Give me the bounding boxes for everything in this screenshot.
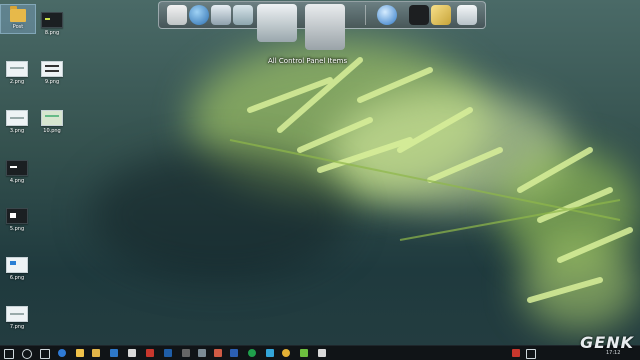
mail-icon[interactable] <box>211 5 231 25</box>
desktop-icon-label: 2.png <box>9 79 25 85</box>
file-explorer-icon[interactable] <box>76 349 84 357</box>
image-file-icon <box>6 160 28 176</box>
image-file-icon <box>41 61 63 77</box>
image-file-icon <box>6 110 28 126</box>
desktop-icon-label: Post <box>12 24 24 30</box>
recycle-bin-icon[interactable] <box>457 5 477 25</box>
desktop-icon-4png[interactable]: 4.png <box>0 160 34 184</box>
control-panel-icon[interactable] <box>257 4 297 42</box>
pen-icon[interactable] <box>431 5 451 25</box>
image-file-icon <box>6 61 28 77</box>
app-icon[interactable] <box>266 349 274 357</box>
desktop-icon-label: 7.png <box>9 324 25 330</box>
desktop-icon-9png[interactable]: 9.png <box>35 61 69 85</box>
network-globe-icon[interactable] <box>377 5 397 25</box>
image-file-icon <box>6 306 28 322</box>
desktop-icon-post[interactable]: Post <box>0 4 36 34</box>
desktop-icon-2png[interactable]: 2.png <box>0 61 34 85</box>
folder-icon[interactable] <box>233 5 253 25</box>
desktop-icon-label: 6.png <box>9 275 25 281</box>
tools-icon[interactable] <box>305 4 345 50</box>
desktop-icon-label: 9.png <box>44 79 60 85</box>
app-icon[interactable] <box>182 349 190 357</box>
desktop-icon-8png[interactable]: 8.png <box>35 12 69 36</box>
desktop-icon-label: 8.png <box>44 30 60 36</box>
tray-network-icon[interactable] <box>526 349 536 359</box>
desktop-icon-label: 3.png <box>9 128 25 134</box>
tshirt-icon[interactable] <box>409 5 429 25</box>
desktop-icon-7png[interactable]: 7.png <box>0 306 34 330</box>
desktop-icon-3png[interactable]: 3.png <box>0 110 34 134</box>
app-icon[interactable] <box>248 349 256 357</box>
search-icon[interactable] <box>22 349 32 359</box>
task-view-icon[interactable] <box>40 349 50 359</box>
dock-separator <box>365 5 366 25</box>
image-file-icon <box>41 12 63 28</box>
image-file-icon <box>6 208 28 224</box>
image-file-icon <box>41 110 63 126</box>
image-file-icon <box>6 257 28 273</box>
edge-icon[interactable] <box>58 349 66 357</box>
desktop-icon-5png[interactable]: 5.png <box>0 208 34 232</box>
taskbar: 17:12 <box>0 345 640 360</box>
desktop-wallpaper <box>0 0 640 360</box>
app-icon[interactable] <box>198 349 206 357</box>
dock-tooltip: All Control Panel Items <box>268 57 348 65</box>
folder-icon[interactable] <box>92 349 100 357</box>
photoshop-icon[interactable] <box>164 349 172 357</box>
chrome-icon[interactable] <box>282 349 290 357</box>
app-icon[interactable] <box>318 349 326 357</box>
brand-watermark: GENK <box>580 333 634 352</box>
desktop-icon-10png[interactable]: 10.png <box>35 110 69 134</box>
folder-icon <box>10 6 26 22</box>
app-icon[interactable] <box>214 349 222 357</box>
desktop-icon-label: 10.png <box>43 128 61 134</box>
start-icon[interactable] <box>4 349 14 359</box>
tray-app-icon[interactable] <box>512 349 520 357</box>
desktop-icon-label: 4.png <box>9 178 25 184</box>
desktop-icon-label: 5.png <box>9 226 25 232</box>
notes-icon[interactable] <box>167 5 187 25</box>
app-icon[interactable] <box>300 349 308 357</box>
globe-icon[interactable] <box>189 5 209 25</box>
desktop-icon-6png[interactable]: 6.png <box>0 257 34 281</box>
app-icon[interactable] <box>128 349 136 357</box>
dock-bar <box>158 1 486 50</box>
word-icon[interactable] <box>230 349 238 357</box>
store-icon[interactable] <box>110 349 118 357</box>
app-red-icon[interactable] <box>146 349 154 357</box>
wallpaper-branches <box>229 57 633 303</box>
